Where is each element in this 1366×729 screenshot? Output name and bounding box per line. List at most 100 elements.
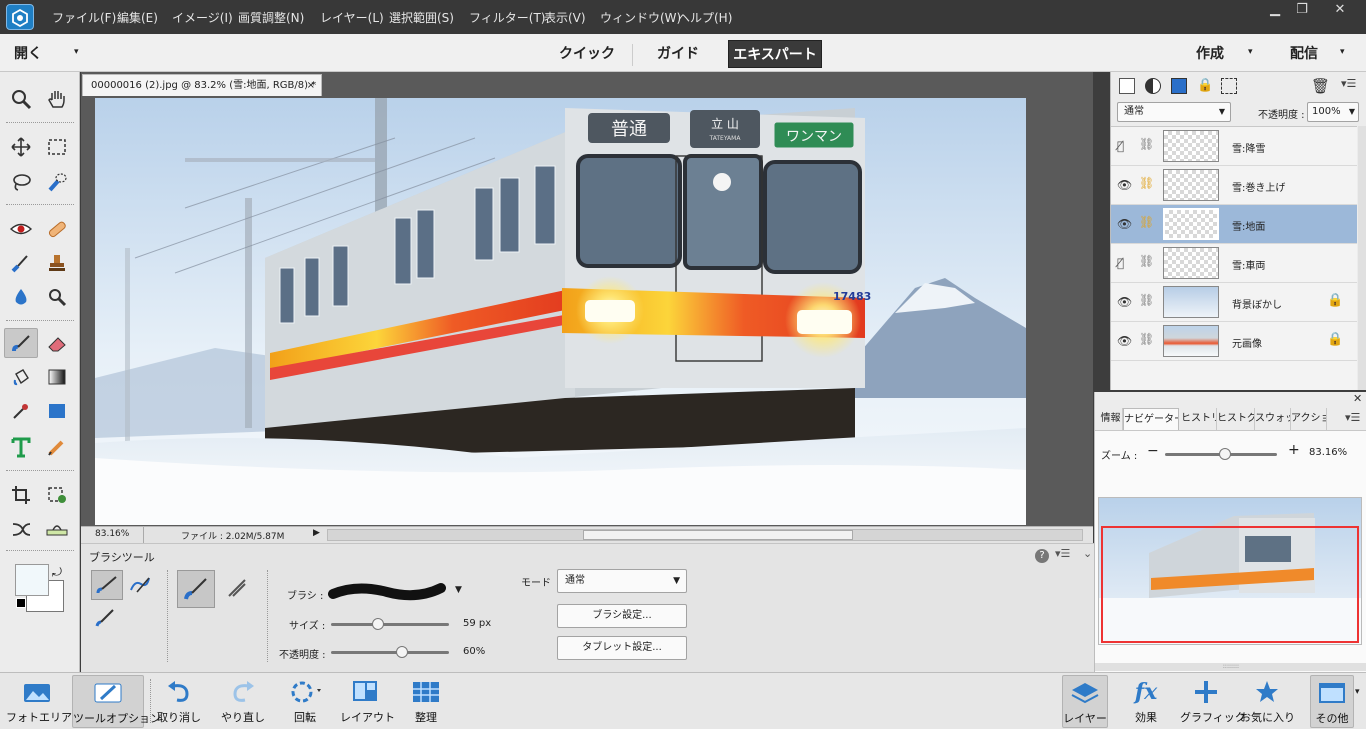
brush-dropdown-icon[interactable]: ▼ <box>455 585 462 595</box>
menu-layer[interactable]: レイヤー(L) <box>320 9 384 26</box>
crop-icon[interactable] <box>4 480 38 510</box>
rotate-button[interactable]: 回転 <box>282 675 328 728</box>
menu-window[interactable]: ウィンドウ(W) <box>600 9 681 26</box>
link-icon[interactable]: ⛓ <box>1139 332 1154 346</box>
foreground-color-swatch[interactable] <box>15 564 49 596</box>
tab-guide[interactable]: ガイド <box>640 40 716 68</box>
nav-zoom-slider[interactable] <box>1165 448 1277 460</box>
nav-zoom-knob[interactable] <box>1219 448 1232 460</box>
menu-filter[interactable]: フィルター(T) <box>469 9 545 26</box>
undo-button[interactable]: 取り消し <box>156 675 202 728</box>
layer-item[interactable]: 👁 ⛓ 元画像 🔒 <box>1111 322 1357 361</box>
eye-icon[interactable]: 👁 <box>1117 334 1132 348</box>
mode-select[interactable]: 通常 ▼ <box>557 569 687 593</box>
menu-enhance[interactable]: 画質調整(N) <box>238 9 304 26</box>
opacity-value[interactable]: 60% <box>463 646 485 657</box>
menu-select[interactable]: 選択範囲(S) <box>389 9 454 26</box>
eye-icon[interactable]: 👁 <box>1117 178 1132 192</box>
view-rectangle[interactable] <box>1101 526 1359 643</box>
lock-transparent-icon[interactable] <box>1221 78 1237 94</box>
menu-image[interactable]: イメージ(I) <box>172 9 233 26</box>
bucket-icon[interactable] <box>4 362 38 392</box>
tab-actions[interactable]: アクショ <box>1291 408 1327 430</box>
gradient-icon[interactable] <box>40 362 74 392</box>
pencil-icon[interactable] <box>40 432 74 462</box>
horizontal-scrollbar[interactable] <box>327 529 1083 541</box>
tab-info[interactable]: 情報 <box>1099 408 1123 430</box>
status-zoom[interactable]: 83.16% <box>95 529 129 539</box>
eraser-icon[interactable] <box>40 328 74 358</box>
default-colors-icon[interactable] <box>16 598 26 608</box>
favorites-button[interactable]: お気に入り <box>1240 675 1295 728</box>
link-icon[interactable]: ⛓ <box>1139 215 1154 229</box>
minimize-button[interactable]: ▁ <box>1262 1 1288 21</box>
smart-brush-icon[interactable] <box>4 248 38 278</box>
more-button[interactable]: その他 <box>1310 675 1354 728</box>
delete-layer-icon[interactable]: 🗑 <box>1311 77 1330 95</box>
layers-panel-button[interactable]: レイヤー <box>1062 675 1108 728</box>
stamp-icon[interactable] <box>40 248 74 278</box>
straighten-icon[interactable] <box>40 514 74 544</box>
size-slider[interactable] <box>331 618 449 630</box>
layout-button[interactable]: レイアウト <box>340 675 395 728</box>
tool-options-button[interactable]: ツールオプション <box>72 675 161 728</box>
link-icon[interactable]: ⛓ <box>1139 254 1154 268</box>
red-eye-icon[interactable] <box>4 214 38 244</box>
layer-item[interactable]: 👁̸ ⛓ 雪:降雪 <box>1111 127 1357 166</box>
navigator-preview[interactable] <box>1098 497 1362 645</box>
layer-item[interactable]: 👁 ⛓ 背景ぼかし 🔒 <box>1111 283 1357 322</box>
lasso-icon[interactable] <box>4 167 38 197</box>
redo-button[interactable]: やり直し <box>218 675 268 728</box>
quick-select-icon[interactable] <box>40 167 74 197</box>
share-dropdown-icon[interactable]: ▾ <box>1340 47 1345 57</box>
healing-icon[interactable] <box>40 214 74 244</box>
blur-icon[interactable] <box>4 282 38 312</box>
zoom-icon[interactable] <box>4 84 38 114</box>
share-button[interactable]: 配信 <box>1282 40 1326 68</box>
eye-icon[interactable]: 👁 <box>1117 295 1132 309</box>
airbrush-off-icon[interactable] <box>177 570 215 608</box>
eye-icon[interactable]: 👁 <box>1117 217 1132 231</box>
sponge-icon[interactable] <box>40 282 74 312</box>
type-icon[interactable] <box>4 432 38 462</box>
options-menu-icon[interactable]: ▾☰ <box>1055 547 1070 560</box>
menu-edit[interactable]: 編集(E) <box>117 9 158 26</box>
close-document-icon[interactable]: × <box>307 75 315 96</box>
tab-history[interactable]: ヒストリ <box>1181 408 1217 430</box>
brush-mode-brush-icon[interactable] <box>91 570 123 600</box>
marquee-icon[interactable] <box>40 132 74 162</box>
menu-file[interactable]: ファイル(F) <box>52 9 116 26</box>
create-button[interactable]: 作成 <box>1188 40 1232 68</box>
brush-settings-button[interactable]: ブラシ設定... <box>557 604 687 628</box>
shape-icon[interactable] <box>40 396 74 426</box>
tab-swatches[interactable]: スウォッ <box>1255 408 1291 430</box>
opacity-slider[interactable] <box>331 646 449 658</box>
size-slider-knob[interactable] <box>372 618 385 630</box>
link-icon[interactable]: ⛓ <box>1139 176 1154 190</box>
panel-resize-grip[interactable]: :::::::: <box>1095 663 1366 671</box>
adjustment-layer-icon[interactable] <box>1145 78 1161 94</box>
restore-button[interactable]: ❐ <box>1289 1 1315 21</box>
layers-scrollbar[interactable] <box>1358 126 1366 390</box>
close-panel-icon[interactable]: ✕ <box>1353 392 1362 405</box>
opacity-slider-knob[interactable] <box>395 646 408 658</box>
blend-mode-select[interactable]: 通常 ▼ <box>1117 102 1231 122</box>
zoom-out-icon[interactable]: − <box>1147 443 1159 459</box>
link-icon[interactable]: ⛓ <box>1139 137 1154 151</box>
eyedropper-icon[interactable] <box>4 396 38 426</box>
content-aware-move-icon[interactable] <box>4 514 38 544</box>
photo-bin-button[interactable]: フォトエリア <box>6 675 72 728</box>
layer-item[interactable]: 👁 ⛓ 雪:巻き上げ <box>1111 166 1357 205</box>
tab-quick[interactable]: クイック <box>548 40 626 68</box>
tablet-settings-button[interactable]: タブレット設定... <box>557 636 687 660</box>
tab-histogram[interactable]: ヒストグ <box>1217 408 1255 430</box>
menu-help[interactable]: ヘルプ(H) <box>678 9 732 26</box>
size-value[interactable]: 59 px <box>463 618 491 629</box>
scrollbar-thumb[interactable] <box>583 530 853 540</box>
swap-colors-icon[interactable]: ⤾ <box>52 565 62 580</box>
tab-expert[interactable]: エキスパート <box>728 40 822 68</box>
impressionist-brush-icon[interactable] <box>125 570 157 600</box>
organize-button[interactable]: 整理 <box>404 675 448 728</box>
effects-button[interactable]: fx 効果 <box>1124 675 1168 728</box>
close-window-button[interactable]: ✕ <box>1316 1 1364 21</box>
